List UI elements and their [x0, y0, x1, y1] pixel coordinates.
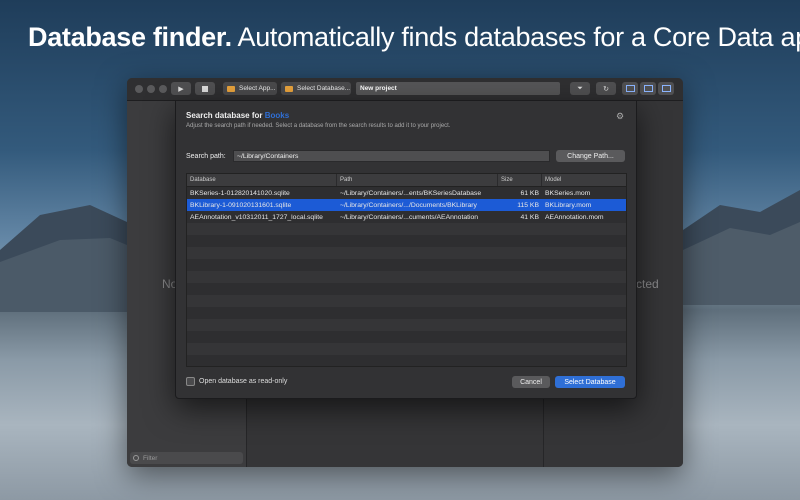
readonly-checkbox[interactable] [186, 377, 195, 386]
results-table: Database Path Size Model BKSeries-1-0128… [186, 173, 627, 367]
empty-table-row [187, 307, 626, 319]
empty-table-row [187, 295, 626, 307]
toggle-right-pane-button[interactable] [658, 82, 674, 95]
sheet-title-prefix: Search database for [186, 111, 265, 120]
stop-icon [202, 85, 208, 92]
headline: Database finder. Automatically finds dat… [28, 22, 800, 53]
toggle-left-pane-button[interactable] [622, 82, 638, 95]
zoom-window-button[interactable] [159, 85, 167, 93]
sidebar-right-icon [661, 85, 671, 92]
empty-table-row [187, 271, 626, 283]
headline-bold: Database finder. [28, 22, 232, 52]
table-row[interactable]: BKLibrary-1-091020131601.sqlite ~/Library… [187, 199, 626, 211]
filter-field[interactable]: Filter [130, 452, 243, 464]
empty-state-right-text: cted [636, 277, 659, 291]
table-header: Database Path Size Model [187, 174, 626, 187]
cell-path: ~/Library/Containers/.../Documents/BKLib… [340, 201, 477, 209]
funnel-icon: ⏷ [577, 84, 583, 92]
readonly-label: Open database as read-only [199, 378, 288, 385]
play-icon: ▶ [178, 85, 184, 93]
gear-icon[interactable]: ⚙ [616, 111, 624, 122]
change-path-button[interactable]: Change Path... [556, 150, 625, 162]
cell-database: AEAnnotation_v10312011_1727_local.sqlite [190, 213, 323, 221]
minimize-window-button[interactable] [147, 85, 155, 93]
column-header-size[interactable]: Size [498, 174, 542, 186]
table-row[interactable]: AEAnnotation_v10312011_1727_local.sqlite… [187, 211, 626, 223]
cell-path: ~/Library/Containers/...cuments/AEAnnota… [340, 213, 479, 221]
empty-table-row [187, 283, 626, 295]
folder-icon [285, 85, 293, 92]
cell-model: AEAnnotation.mom [545, 213, 604, 221]
select-database-crumb[interactable]: Select Database... [281, 82, 351, 95]
toggle-bottom-pane-button[interactable] [640, 82, 656, 95]
cell-path: ~/Library/Containers/...ents/BKSeriesDat… [340, 189, 482, 197]
cell-database: BKSeries-1-012820141020.sqlite [190, 189, 290, 197]
cell-size: 115 KB [517, 201, 539, 209]
filter-button[interactable]: ⏷ [570, 82, 590, 95]
refresh-button[interactable]: ↻ [596, 82, 616, 95]
empty-table-row [187, 343, 626, 355]
cell-model: BKSeries.mom [545, 189, 591, 197]
search-database-sheet: Search database for Books Adjust the sea… [175, 100, 637, 399]
cell-size: 61 KB [520, 189, 539, 197]
table-row[interactable]: BKSeries-1-012820141020.sqlite ~/Library/… [187, 187, 626, 199]
empty-table-row [187, 259, 626, 271]
folder-icon [227, 85, 235, 92]
empty-table-row [187, 355, 626, 366]
empty-table-row [187, 235, 626, 247]
empty-table-row [187, 331, 626, 343]
filter-placeholder: Filter [143, 454, 158, 462]
sheet-title: Search database for Books [186, 111, 289, 120]
empty-table-row [187, 223, 626, 235]
empty-table-row [187, 247, 626, 259]
select-database-label: Select Database... [297, 85, 351, 92]
sheet-subtitle: Adjust the search path if needed. Select… [186, 123, 451, 129]
run-button[interactable]: ▶ [171, 82, 191, 95]
headline-rest: Automatically finds databases for a Core… [231, 22, 800, 52]
panel-bottom-icon [643, 85, 653, 92]
refresh-icon: ↻ [603, 85, 609, 93]
select-app-label: Select App... [239, 85, 276, 92]
sidebar-left-icon [625, 85, 635, 92]
search-icon [133, 455, 139, 461]
cell-database: BKLibrary-1-091020131601.sqlite [190, 201, 292, 209]
empty-table-row [187, 319, 626, 331]
search-path-field[interactable]: ~/Library/Containers [233, 150, 550, 162]
select-app-crumb[interactable]: Select App... [223, 82, 277, 95]
cancel-button[interactable]: Cancel [512, 376, 550, 388]
search-path-label: Search path: [186, 153, 226, 160]
select-database-button[interactable]: Select Database [555, 376, 625, 388]
readonly-option[interactable]: Open database as read-only [186, 377, 287, 386]
column-header-model[interactable]: Model [542, 174, 626, 186]
stop-button[interactable] [195, 82, 215, 95]
window-toolbar: ▶ Select App... Select Database... New p… [127, 78, 683, 101]
cell-size: 41 KB [520, 213, 539, 221]
cell-model: BKLibrary.mom [545, 201, 592, 209]
project-name-field[interactable]: New project [356, 82, 560, 95]
close-window-button[interactable] [135, 85, 143, 93]
sheet-title-app: Books [264, 111, 290, 120]
column-header-path[interactable]: Path [337, 174, 498, 186]
column-header-database[interactable]: Database [187, 174, 337, 186]
